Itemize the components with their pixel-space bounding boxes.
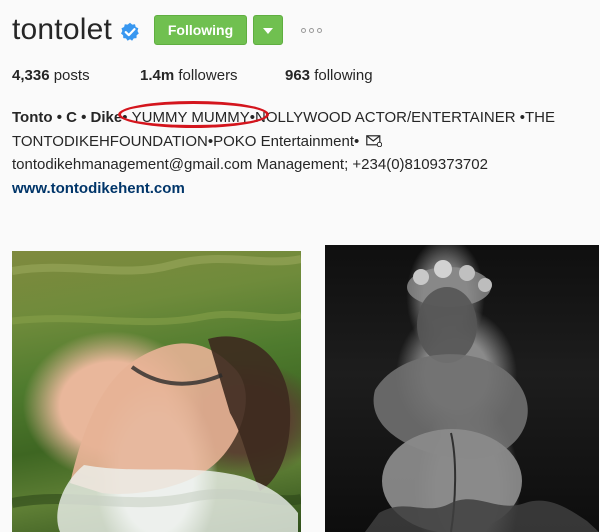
profile-stats: 4,336 posts 1.4m followers 963 following <box>12 67 373 84</box>
painting-artwork <box>12 255 301 532</box>
yummy-mummy-highlight: YUMMY MUMMY <box>117 101 269 130</box>
post-thumbnail-painting[interactable] <box>12 251 301 532</box>
bio-separator: • <box>122 109 128 126</box>
profile-username: tontolet <box>12 13 113 46</box>
bio-full-name: Tonto • C • Dike <box>12 109 123 126</box>
followers-label: followers <box>178 67 238 84</box>
website-link[interactable]: www.tontodikehent.com <box>12 180 185 197</box>
bio-line-2-text: TONTODIKEHFOUNDATION•POKO Entertainment• <box>12 132 360 150</box>
bio-line-2: TONTODIKEHFOUNDATION•POKO Entertainment• <box>12 130 597 154</box>
caret-down-icon <box>263 21 274 39</box>
more-options-button[interactable] <box>301 27 323 33</box>
mail-icon <box>366 131 383 147</box>
verified-badge-icon <box>120 22 140 42</box>
bio-line-1-rest: NOLLYWOOD ACTOR/ENTERTAINER •THE <box>255 109 556 126</box>
followers-count: 1.4m <box>140 67 175 84</box>
bio-line-3: tontodikehmanagement@gmail.com Managemen… <box>12 156 488 173</box>
bio-line-4: www.tontodikehent.com <box>12 177 597 201</box>
bio-line-1: Tonto • C • Dike• YUMMY MUMMY •NOLLYWOOD… <box>12 101 597 130</box>
yummy-mummy-text: YUMMY MUMMY <box>131 109 250 126</box>
profile-bio: Tonto • C • Dike• YUMMY MUMMY •NOLLYWOOD… <box>12 101 597 201</box>
following-label: following <box>314 67 373 84</box>
photo-artwork <box>365 260 599 532</box>
more-options-icon <box>301 27 307 33</box>
profile-page: tontolet Following 4,336 posts 1.4m foll… <box>0 0 600 532</box>
following-stat[interactable]: 963 following <box>285 67 373 84</box>
profile-header: tontolet Following <box>12 8 323 52</box>
posts-count: 4,336 <box>12 67 50 84</box>
posts-stat[interactable]: 4,336 posts <box>12 67 140 84</box>
post-thumbnail-photo[interactable] <box>325 245 599 532</box>
followers-stat[interactable]: 1.4m followers <box>140 67 285 84</box>
follow-dropdown-button[interactable] <box>253 15 284 45</box>
following-button[interactable]: Following <box>154 15 248 45</box>
posts-label: posts <box>53 67 90 84</box>
following-count: 963 <box>285 67 311 84</box>
